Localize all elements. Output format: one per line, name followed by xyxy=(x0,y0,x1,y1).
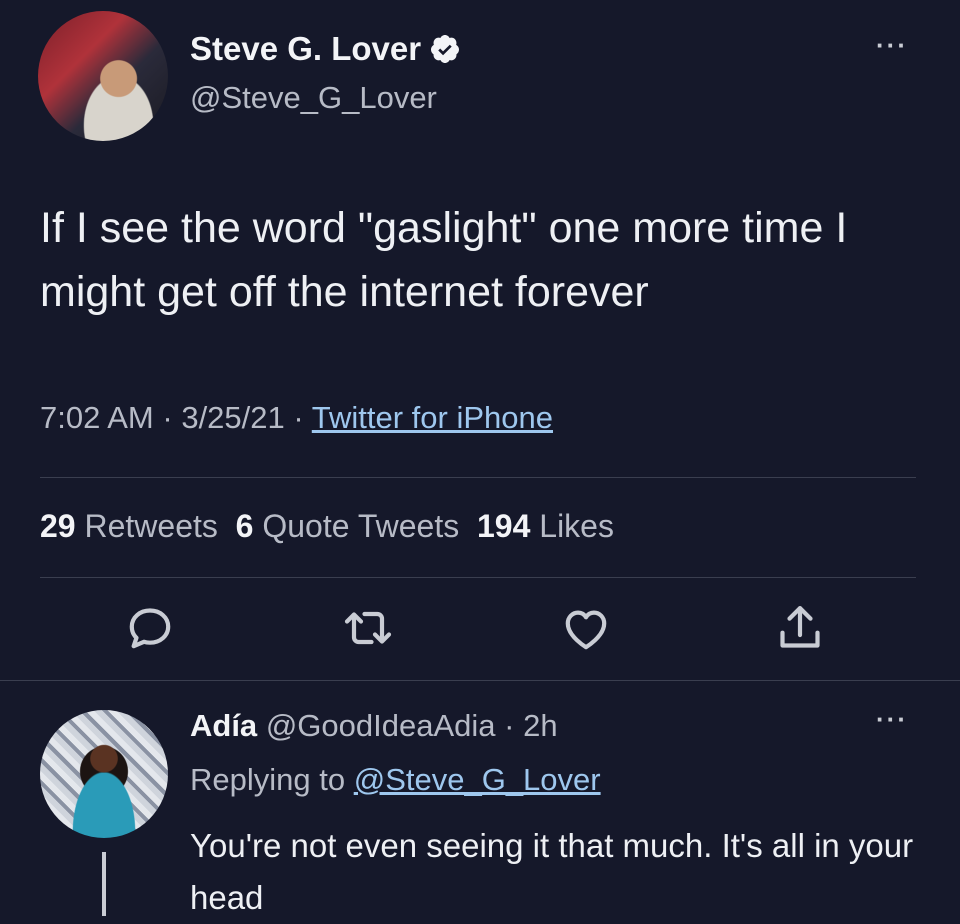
quotes-count: 6 xyxy=(235,508,254,544)
tweet-time: 7:02 AM xyxy=(40,400,154,435)
author-avatar[interactable] xyxy=(38,11,168,141)
meta-separator: · xyxy=(293,400,304,435)
reply-handle[interactable]: @GoodIdeaAdia xyxy=(266,708,496,743)
tweet-meta: 7:02 AM · 3/25/21 · Twitter for iPhone xyxy=(40,400,553,436)
tweet-source-link[interactable]: Twitter for iPhone xyxy=(312,400,553,435)
replying-to-prefix: Replying to xyxy=(190,762,346,797)
reply-time[interactable]: 2h xyxy=(523,708,557,743)
quotes-label: Quote Tweets xyxy=(262,508,460,544)
quotes-stat[interactable]: 6 Quote Tweets xyxy=(236,508,460,544)
divider xyxy=(40,477,916,478)
reply-display-name[interactable]: Adía xyxy=(190,708,257,743)
author-name-row[interactable]: Steve G. Lover xyxy=(190,30,461,68)
like-icon[interactable] xyxy=(558,600,614,656)
share-icon[interactable] xyxy=(772,600,828,656)
more-options-icon[interactable]: ··· xyxy=(876,30,908,61)
verified-badge-icon xyxy=(431,35,460,63)
meta-separator: · xyxy=(504,708,515,743)
reply-text: You're not even seeing it that much. It'… xyxy=(190,827,914,916)
meta-separator: · xyxy=(162,400,173,435)
section-divider xyxy=(0,680,960,681)
replying-to-handle-link[interactable]: @Steve_G_Lover xyxy=(354,762,601,797)
retweets-count: 29 xyxy=(40,508,76,544)
replying-to-line: Replying to @Steve_G_Lover xyxy=(190,762,601,798)
divider xyxy=(40,577,916,578)
author-handle[interactable]: @Steve_G_Lover xyxy=(190,80,437,116)
likes-stat[interactable]: 194 Likes xyxy=(477,508,614,544)
reply-icon[interactable] xyxy=(122,600,178,656)
more-options-icon[interactable]: ··· xyxy=(876,704,908,735)
reply-header: Adía @GoodIdeaAdia · 2h xyxy=(190,708,558,744)
tweet-text: If I see the word "gaslight" one more ti… xyxy=(40,204,848,316)
reply-author-avatar[interactable] xyxy=(40,710,168,838)
action-bar xyxy=(0,600,960,660)
thread-line xyxy=(102,852,106,916)
author-display-name[interactable]: Steve G. Lover xyxy=(190,30,421,68)
retweets-label: Retweets xyxy=(84,508,218,544)
tweet-date: 3/25/21 xyxy=(181,400,285,435)
likes-label: Likes xyxy=(539,508,614,544)
retweet-icon[interactable] xyxy=(340,600,396,656)
tweet-stats: 29 Retweets 6 Quote Tweets 194 Likes xyxy=(40,508,614,545)
retweets-stat[interactable]: 29 Retweets xyxy=(40,508,218,544)
likes-count: 194 xyxy=(476,508,531,544)
